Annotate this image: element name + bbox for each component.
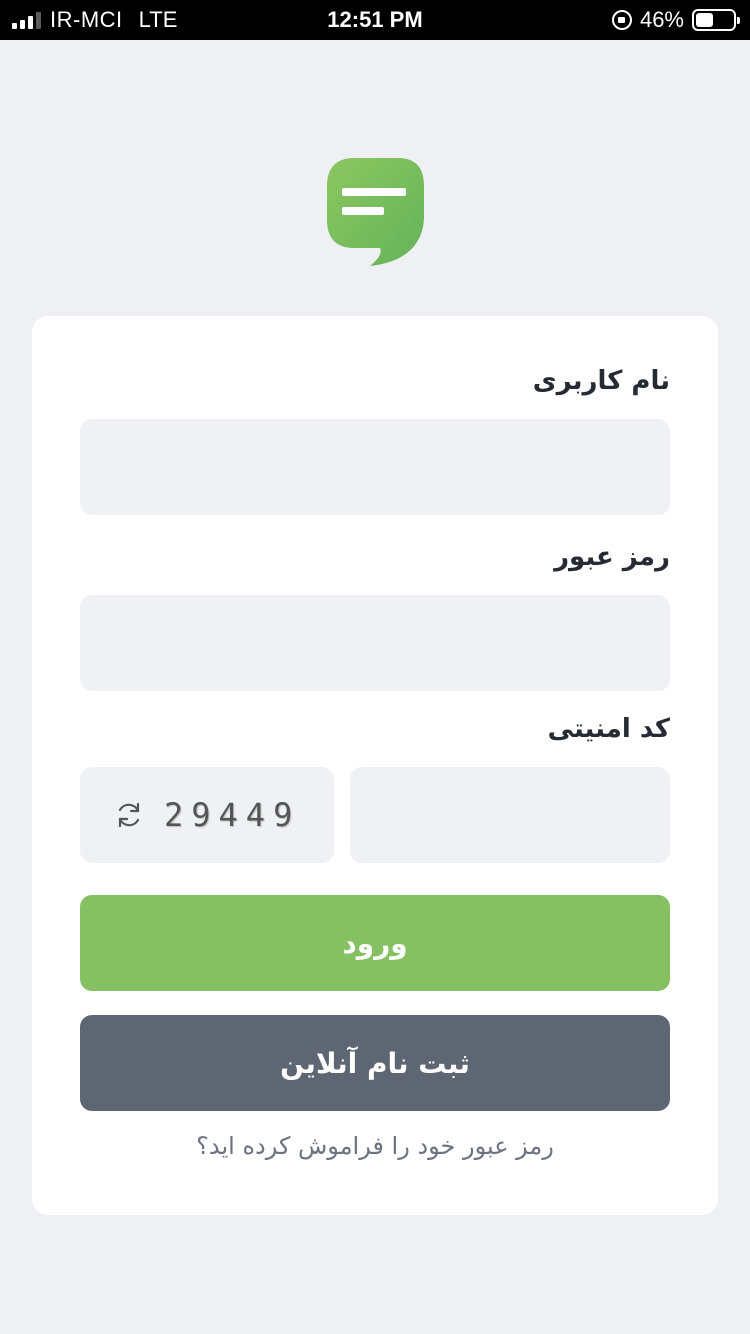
captcha-label: کد امنیتی (547, 714, 670, 744)
register-button[interactable]: ثبت نام آنلاین (80, 1015, 670, 1111)
status-bar: IR-MCI LTE 12:51 PM 46% (0, 0, 750, 40)
app-logo-icon (327, 158, 424, 266)
login-card: نام کاربری رمز عبور کد امنیتی 29449 ورود… (32, 316, 718, 1215)
username-label: نام کاربری (532, 366, 670, 396)
forgot-password-link[interactable]: رمز عبور خود را فراموش کرده اید؟ (32, 1132, 718, 1160)
captcha-code: 29449 (164, 796, 301, 834)
captcha-image: 29449 (80, 767, 334, 863)
refresh-icon[interactable] (114, 800, 144, 830)
username-input[interactable] (80, 419, 670, 515)
captcha-row: 29449 (80, 767, 670, 863)
login-button[interactable]: ورود (80, 895, 670, 991)
password-input[interactable] (80, 595, 670, 691)
orientation-lock-icon (611, 10, 632, 30)
status-right: 46% (611, 0, 740, 40)
password-label: رمز عبور (554, 542, 670, 572)
battery-icon (692, 9, 740, 31)
battery-percent: 46% (639, 7, 684, 32)
captcha-input[interactable] (350, 767, 670, 863)
